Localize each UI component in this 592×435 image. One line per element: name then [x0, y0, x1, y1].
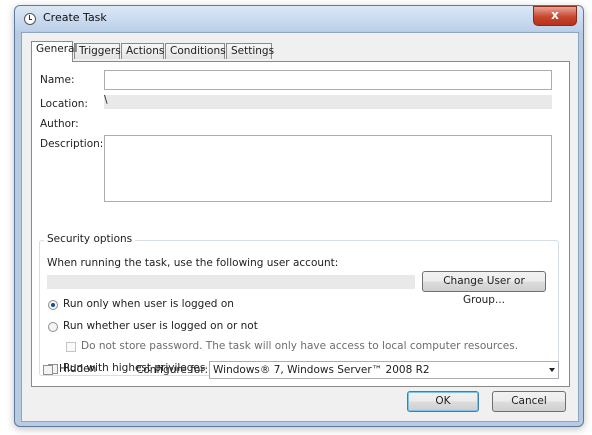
account-prompt: When running the task, use the following…: [47, 257, 339, 269]
ok-button[interactable]: OK: [407, 391, 479, 412]
task-scheduler-clock-icon: [24, 13, 36, 25]
run-logged-on-label[interactable]: Run only when user is logged on: [63, 298, 234, 310]
name-field[interactable]: [104, 70, 552, 90]
dialog-body: General Triggers Actions Conditions Sett…: [21, 32, 579, 422]
configure-for-value: Windows® 7, Windows Server™ 2008 R2: [213, 364, 430, 376]
security-options-legend: Security options: [44, 233, 136, 245]
window-title: Create Task: [43, 11, 107, 24]
location-label: Location:: [40, 98, 88, 110]
configure-for-label: Configure for:: [136, 364, 209, 376]
tab-conditions[interactable]: Conditions: [165, 43, 226, 59]
cancel-button[interactable]: Cancel: [492, 391, 566, 412]
run-whether-label[interactable]: Run whether user is logged on or not: [63, 320, 258, 332]
tab-general[interactable]: General: [31, 41, 77, 62]
location-field: \: [104, 94, 552, 109]
description-field[interactable]: [104, 135, 552, 202]
general-tab-panel: Name: Location: \ Author: Description: S…: [31, 61, 570, 387]
description-label: Description:: [40, 138, 104, 150]
tab-triggers[interactable]: Triggers: [74, 43, 121, 59]
no-store-password-label[interactable]: Do not store password. The task will onl…: [81, 340, 518, 352]
configure-for-dropdown[interactable]: Windows® 7, Windows Server™ 2008 R2: [209, 361, 559, 379]
title-bar[interactable]: Create Task x: [15, 6, 583, 31]
tab-actions[interactable]: Actions: [121, 43, 164, 59]
change-user-button[interactable]: Change User or Group...: [422, 271, 546, 306]
create-task-window: Create Task x General Triggers Actions C…: [14, 5, 584, 427]
author-label: Author:: [40, 118, 79, 130]
close-button[interactable]: x: [533, 6, 577, 26]
run-whether-radio[interactable]: [48, 322, 58, 332]
dropdown-arrow-icon: [549, 368, 555, 372]
location-value: \: [104, 94, 108, 106]
security-options-group: Security options When running the task, …: [39, 233, 559, 376]
hidden-label[interactable]: Hidden: [59, 363, 96, 375]
no-store-password-checkbox[interactable]: [66, 342, 76, 352]
user-account-field: [47, 275, 415, 289]
name-label: Name:: [40, 74, 75, 86]
run-logged-on-radio[interactable]: [48, 300, 58, 310]
hidden-checkbox[interactable]: [43, 365, 53, 375]
tab-settings[interactable]: Settings: [226, 43, 274, 59]
